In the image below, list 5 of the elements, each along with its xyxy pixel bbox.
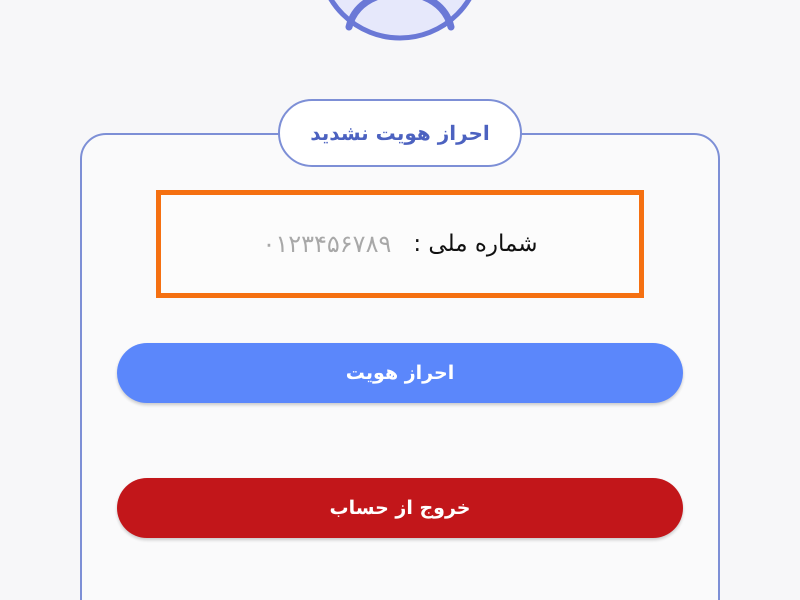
status-badge: احراز هویت نشدید [278,99,522,167]
verify-button[interactable]: احراز هویت [117,343,683,403]
logout-button[interactable]: خروج از حساب [117,478,683,538]
national-id-value: ۰۱۲۳۴۵۶۷۸۹ [262,230,392,258]
national-id-label: شماره ملی : [413,231,538,257]
